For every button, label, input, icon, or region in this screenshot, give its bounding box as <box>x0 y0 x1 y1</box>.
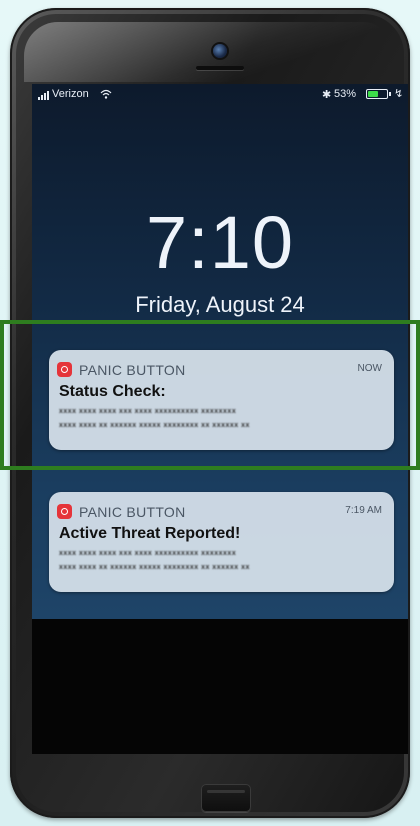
screen-bottom <box>32 619 408 754</box>
battery-nub <box>389 92 391 96</box>
signal-bars-icon <box>38 91 49 100</box>
battery-icon <box>366 89 388 99</box>
phone-frame: Verizon ✱ 53% ↯ 7:10 Friday, August 24 P… <box>10 8 410 818</box>
phone-gloss <box>24 22 396 82</box>
stage: Verizon ✱ 53% ↯ 7:10 Friday, August 24 P… <box>0 0 420 826</box>
status-bar: Verizon ✱ 53% ↯ <box>32 84 408 106</box>
notification-time: 7:19 AM <box>345 505 382 516</box>
battery-level <box>368 91 378 97</box>
notification-body-line: xxxx xxxx xxxx xxx xxxx xxxxxxxxxx xxxxx… <box>59 408 237 415</box>
notification-active-threat[interactable]: PANIC BUTTON 7:19 AM Active Threat Repor… <box>49 492 394 592</box>
lock-screen: Verizon ✱ 53% ↯ 7:10 Friday, August 24 P… <box>32 84 408 754</box>
notification-title: Status Check: <box>59 383 166 400</box>
notification-body-line: xxxx xxxx xx xxxxxx xxxxx xxxxxxxx xx xx… <box>59 564 250 571</box>
notification-status-check[interactable]: PANIC BUTTON NOW Status Check: xxxx xxxx… <box>49 350 394 450</box>
front-camera <box>213 44 227 58</box>
notification-body: xxxx xxxx xxxx xxx xxxx xxxxxxxxxx xxxxx… <box>59 547 384 575</box>
notification-body-line: xxxx xxxx xx xxxxxx xxxxx xxxxxxxx xx xx… <box>59 422 250 429</box>
battery-percent: 53% <box>334 88 357 100</box>
charging-icon: ↯ <box>394 88 404 100</box>
notification-title: Active Threat Reported! <box>59 525 241 542</box>
notification-app-name: PANIC BUTTON <box>79 504 186 520</box>
notification-app-name: PANIC BUTTON <box>79 362 186 378</box>
home-button[interactable] <box>201 784 251 812</box>
panic-button-app-icon <box>57 362 72 377</box>
panic-button-app-icon <box>57 504 72 519</box>
earpiece-speaker <box>196 66 244 70</box>
lock-date: Friday, August 24 <box>135 292 305 317</box>
carrier-name: Verizon <box>52 88 89 100</box>
wifi-icon <box>100 89 112 99</box>
lock-clock: 7:10 <box>145 201 295 284</box>
notification-time: NOW <box>357 363 382 374</box>
bluetooth-icon: ✱ <box>322 89 332 101</box>
notification-body: xxxx xxxx xxxx xxx xxxx xxxxxxxxxx xxxxx… <box>59 405 384 433</box>
notification-body-line: xxxx xxxx xxxx xxx xxxx xxxxxxxxxx xxxxx… <box>59 550 237 557</box>
